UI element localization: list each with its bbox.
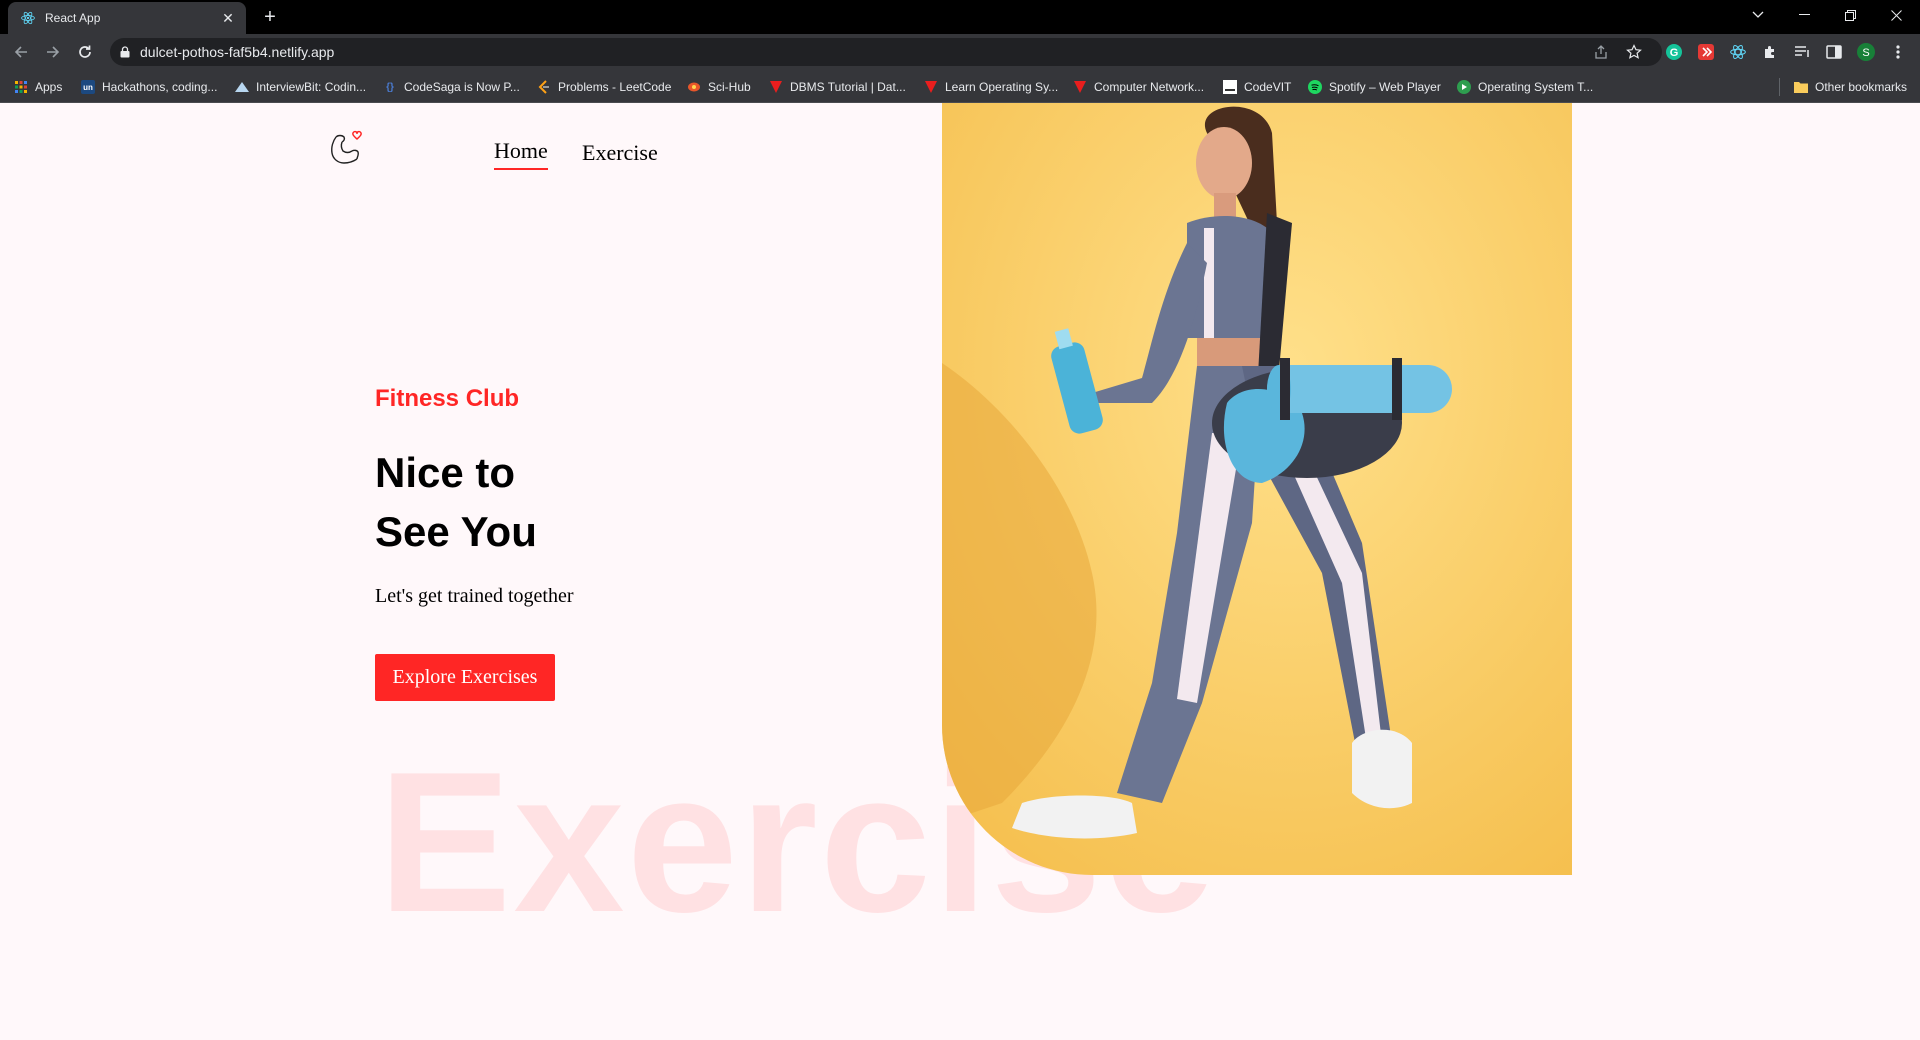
close-window-button[interactable] [1873,0,1919,30]
bookmark-scihub[interactable]: Sci-Hub [687,78,751,96]
scihub-icon [687,80,701,94]
back-arrow-icon[interactable] [9,40,33,64]
folder-icon [1794,80,1808,94]
browser-toolbar: dulcet-pothos-faf5b4.netlify.app G S [0,34,1920,70]
tab-search-icon[interactable] [1735,0,1781,30]
browser-menu-icon[interactable] [1889,43,1907,61]
hero-subtitle: Let's get trained together [375,585,574,607]
interviewbit-icon [235,80,249,94]
extension-red-icon[interactable] [1697,43,1715,61]
bookmark-label: Computer Network... [1094,80,1205,94]
bookmark-label: Sci-Hub [708,80,751,94]
tutorial-icon [1073,80,1087,94]
minimize-button[interactable] [1781,0,1827,30]
bookmark-operating-systems[interactable]: Learn Operating Sy... [924,78,1058,96]
extensions-puzzle-icon[interactable] [1761,43,1779,61]
tutorial-icon [924,80,938,94]
svg-text:G: G [1670,47,1679,59]
bookmark-interviewbit[interactable]: InterviewBit: Codin... [235,78,366,96]
hero-banner-image [942,103,1572,875]
leetcode-icon [537,80,551,94]
restore-button[interactable] [1827,0,1873,30]
bookmark-operating-system-t[interactable]: Operating System T... [1457,78,1593,96]
tab-strip: React App ✕ + [0,0,1920,34]
browser-chrome: React App ✕ + dulcet-pothos-faf5b4.netli… [0,0,1920,103]
bookmark-label: Hackathons, coding... [102,80,218,94]
forward-arrow-icon[interactable] [41,40,65,64]
bookmark-other-folder[interactable]: Other bookmarks [1794,78,1907,96]
hero-title: Nice to See You [375,443,695,561]
bookmark-label: Spotify – Web Player [1329,80,1441,94]
page-content: Home Exercise Exercise Fitness Club Nice… [0,103,1920,1040]
unstop-icon: un [81,80,95,94]
bookmark-dbms[interactable]: DBMS Tutorial | Dat... [769,78,906,96]
browser-tab[interactable]: React App ✕ [8,2,246,34]
hero-title-line-1: Nice to [375,449,516,496]
bookmark-computer-network[interactable]: Computer Network... [1073,78,1204,96]
profile-initial: S [1862,47,1869,59]
hero-kicker: Fitness Club [375,385,520,412]
url-text: dulcet-pothos-faf5b4.netlify.app [140,44,335,60]
grammarly-icon[interactable]: G [1665,43,1683,61]
nav-exercise-link[interactable]: Exercise [582,140,658,166]
spotify-icon [1308,80,1322,94]
tab-title: React App [45,11,101,25]
bookmark-label: CodeSaga is Now P... [404,80,520,94]
bookmarks-bar: Apps un Hackathons, coding... InterviewB… [0,70,1920,103]
new-tab-button[interactable]: + [259,6,281,28]
codevit-icon [1223,80,1237,94]
bookmark-label: Other bookmarks [1815,80,1908,94]
explore-exercises-button[interactable]: Explore Exercises [375,654,555,701]
codesaga-icon: {} [386,81,394,93]
bookmark-spotify[interactable]: Spotify – Web Player [1308,78,1441,96]
react-devtools-icon[interactable] [1729,43,1747,61]
bookmark-codesaga[interactable]: {} CodeSaga is Now P... [383,78,520,96]
bookmark-label: DBMS Tutorial | Dat... [790,80,906,94]
bookmark-hackathons[interactable]: un Hackathons, coding... [81,78,217,96]
hero-title-line-2: See You [375,508,537,555]
bookmark-label: InterviewBit: Codin... [256,80,367,94]
address-bar[interactable]: dulcet-pothos-faf5b4.netlify.app [110,38,1662,66]
bookmark-apps[interactable]: Apps [14,78,62,96]
bookmark-codevit[interactable]: CodeVIT [1223,78,1291,96]
star-bookmark-icon[interactable] [1625,43,1643,61]
reload-icon[interactable] [73,40,97,64]
lock-icon[interactable] [120,46,130,58]
profile-avatar[interactable]: S [1857,43,1875,61]
os-icon [1457,80,1471,94]
apps-grid-icon [14,80,28,94]
reading-list-icon[interactable] [1793,43,1811,61]
side-panel-icon[interactable] [1825,43,1843,61]
bookmark-leetcode[interactable]: Problems - LeetCode [537,78,671,96]
flexed-arm-logo-icon[interactable] [328,129,366,169]
bookmark-label: CodeVIT [1244,80,1292,94]
bookmark-label: Apps [35,80,63,94]
bookmark-label: Learn Operating Sy... [945,80,1059,94]
close-tab-icon[interactable]: ✕ [220,10,236,26]
nav-home-link[interactable]: Home [494,138,548,170]
tutorial-icon [769,80,783,94]
bookmark-label: Operating System T... [1478,80,1594,94]
share-icon[interactable] [1592,43,1610,61]
bookmarks-divider [1779,78,1780,96]
react-icon [20,10,36,26]
bookmark-label: Problems - LeetCode [558,80,672,94]
